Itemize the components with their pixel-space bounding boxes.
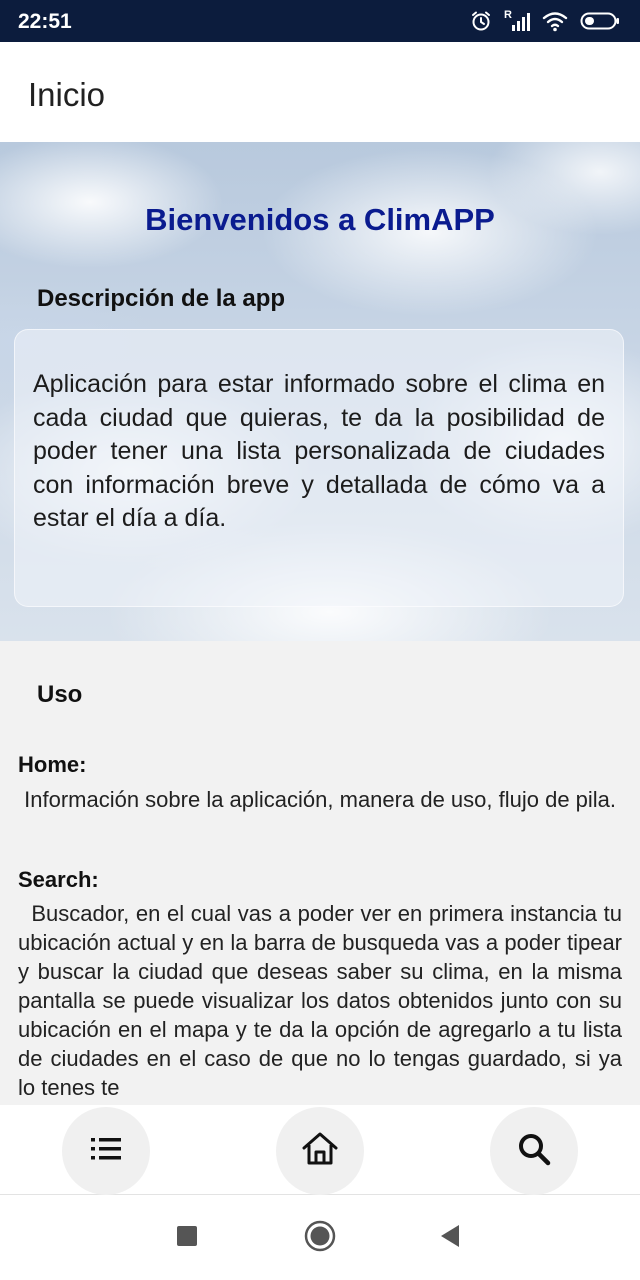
system-home-button[interactable] xyxy=(304,1220,336,1257)
usage-section[interactable]: Uso Home: Información sobre la aplicació… xyxy=(0,641,640,1105)
hero-section: Bienvenidos a ClimAPP Descripción de la … xyxy=(0,142,640,641)
search-icon xyxy=(516,1131,552,1172)
nav-list-button[interactable] xyxy=(62,1107,150,1195)
status-time: 22:51 xyxy=(18,10,72,33)
app-bar: Inicio xyxy=(0,42,640,142)
search-section-title: Search: xyxy=(18,867,99,892)
recent-apps-button[interactable] xyxy=(171,1222,203,1254)
signal-icon: R xyxy=(504,9,530,32)
home-circle-icon xyxy=(304,1220,336,1257)
welcome-heading: Bienvenidos a ClimAPP xyxy=(145,202,495,237)
alarm-icon xyxy=(470,10,492,32)
back-button[interactable] xyxy=(434,1222,466,1254)
usage-heading: Uso xyxy=(37,681,83,708)
list-icon xyxy=(89,1134,123,1169)
battery-icon xyxy=(580,10,620,32)
nav-search-button[interactable] xyxy=(490,1107,578,1195)
description-heading: Descripción de la app xyxy=(37,285,286,312)
home-section-title: Home: xyxy=(18,752,87,777)
description-card: Aplicación para estar informado sobre el… xyxy=(14,329,624,607)
back-icon xyxy=(438,1224,462,1253)
status-icons: R xyxy=(470,8,620,34)
signal-label: R xyxy=(504,9,512,21)
description-text: Aplicación para estar informado sobre el… xyxy=(33,370,605,532)
wifi-icon xyxy=(542,10,568,32)
page-title: Inicio xyxy=(28,76,106,113)
home-section-text: Información sobre la aplicación, manera … xyxy=(18,787,617,812)
system-navigation-bar xyxy=(0,1195,640,1280)
recent-apps-icon xyxy=(176,1225,198,1252)
search-section-text: Buscador, en el cual vas a poder ver en … xyxy=(18,901,629,1100)
nav-home-button[interactable] xyxy=(276,1107,364,1195)
bottom-navigation xyxy=(0,1105,640,1195)
home-icon xyxy=(301,1130,339,1173)
status-bar: 22:51 R xyxy=(0,0,640,42)
